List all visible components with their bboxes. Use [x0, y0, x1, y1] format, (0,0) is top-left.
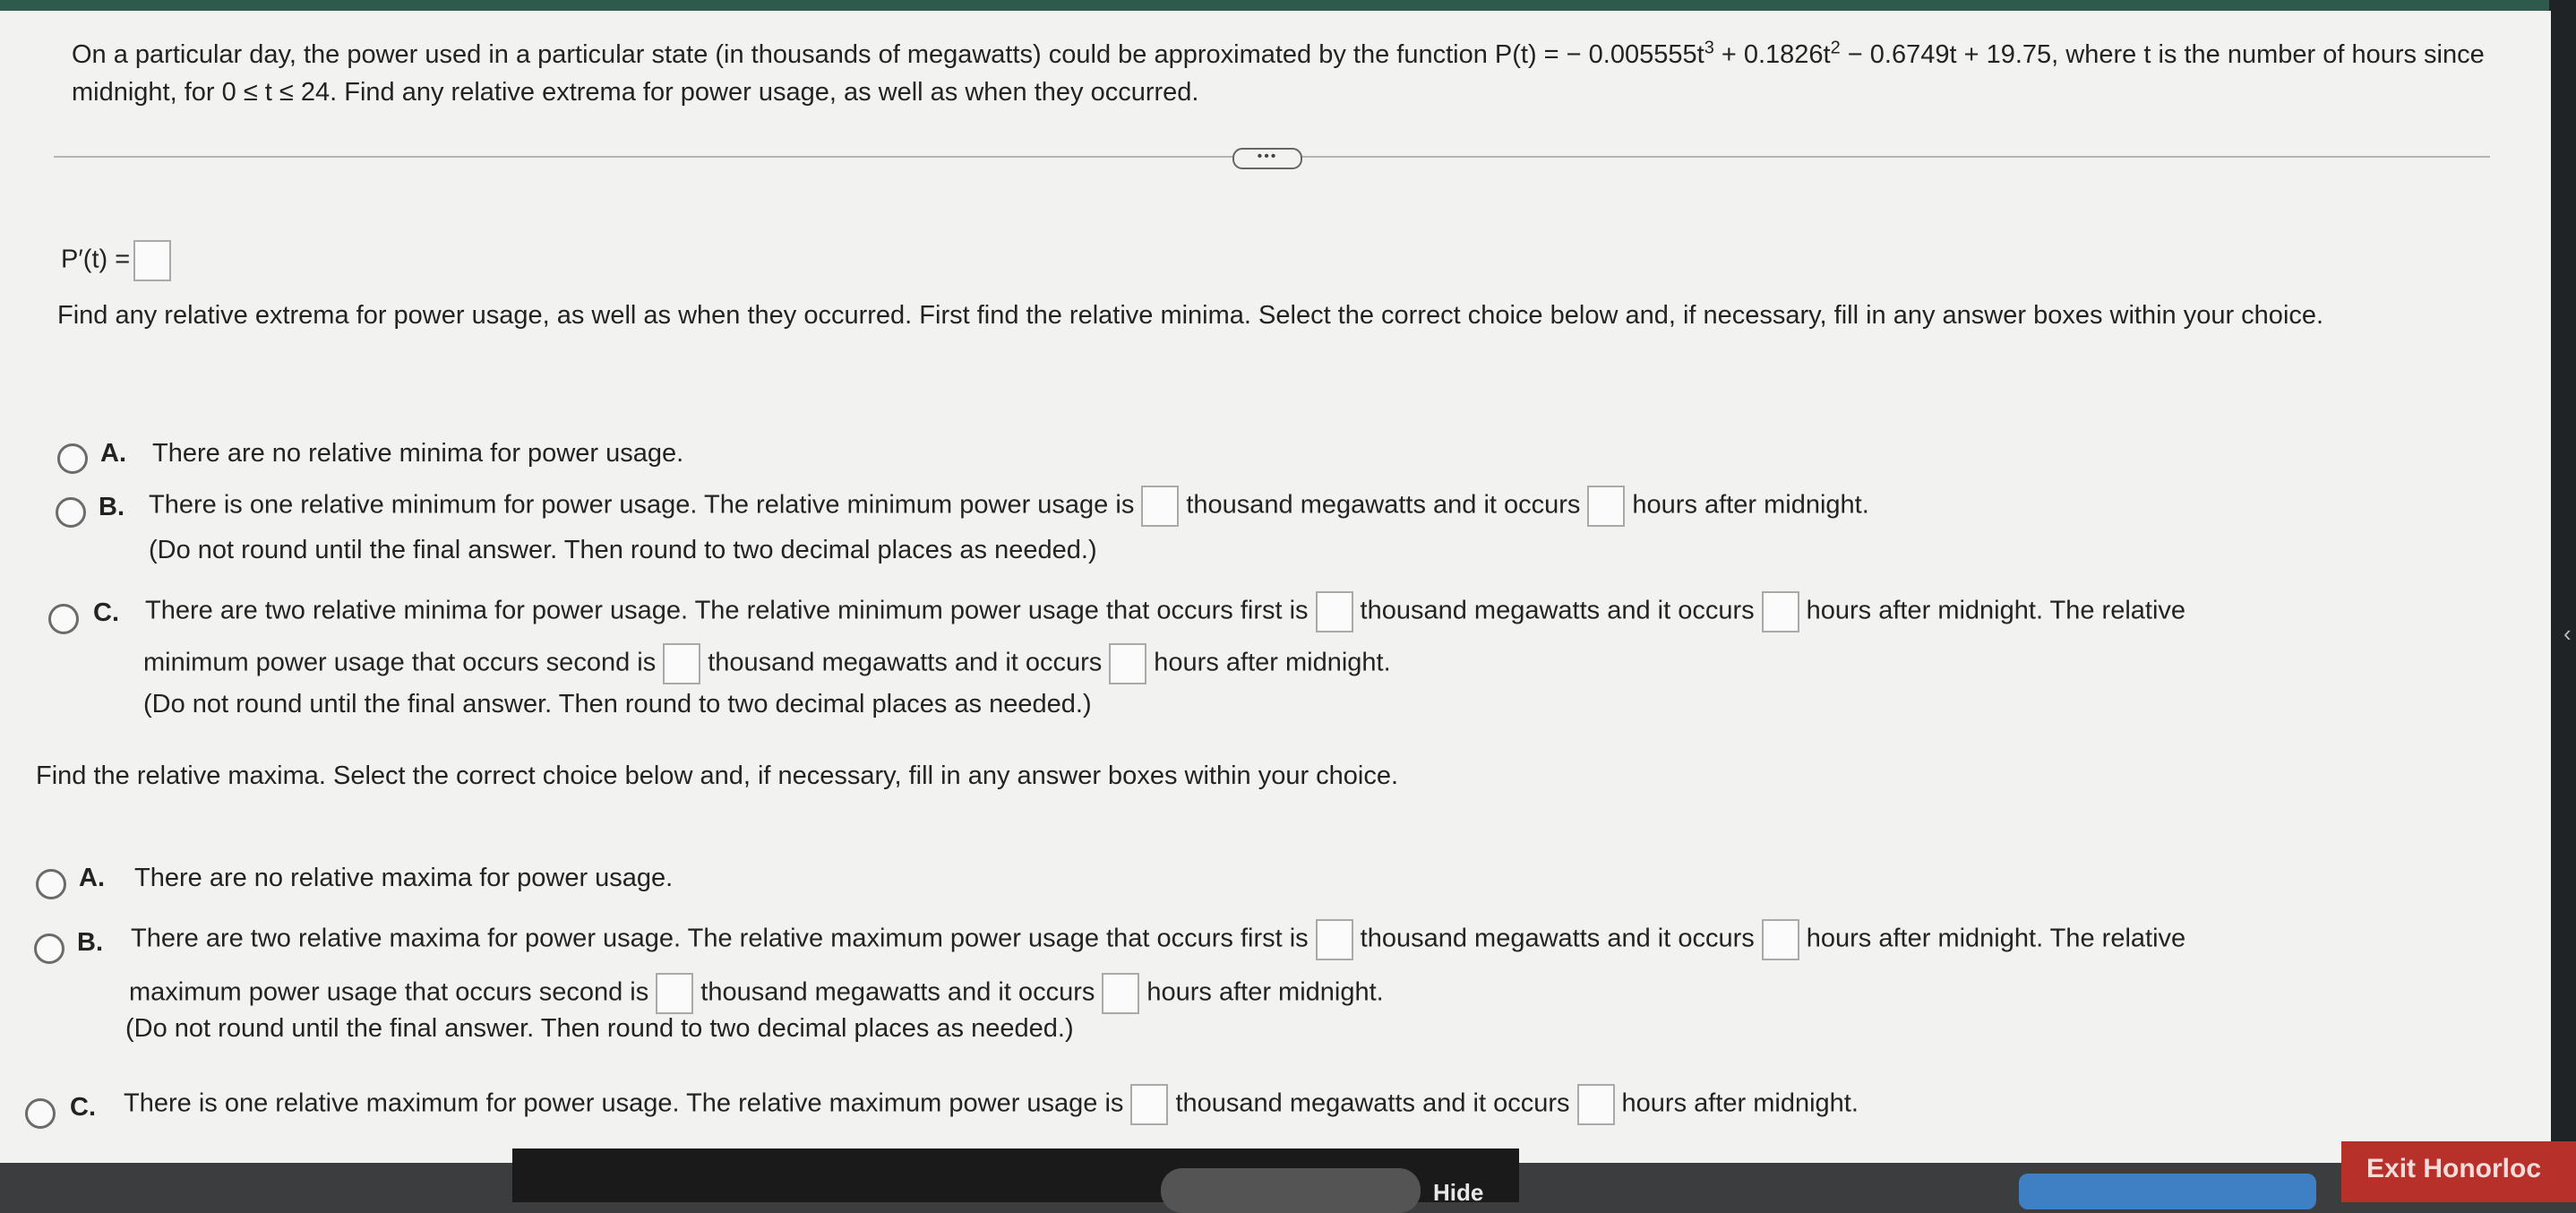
min-option-c-radio[interactable]	[48, 604, 79, 634]
min-option-b-radio[interactable]	[56, 497, 86, 528]
min-c-first-power-box[interactable]	[1315, 591, 1353, 632]
max-c-text3: hours after midnight.	[1621, 1088, 1859, 1118]
right-edge	[2549, 0, 2576, 1202]
max-b-text1: There are two relative maxima for power …	[131, 924, 1309, 953]
question-sheet: On a particular day, the power used in a…	[0, 11, 2551, 1163]
min-c-text4: minimum power usage that occurs second i…	[143, 648, 657, 677]
min-option-b-line1: There is one relative minimum for power …	[149, 486, 1869, 527]
min-b-text3: hours after midnight.	[1632, 490, 1869, 520]
max-option-c-radio[interactable]	[25, 1098, 56, 1129]
minima-instruction: Find any relative extrema for power usag…	[57, 301, 2324, 330]
min-b-text1: There is one relative minimum for power …	[149, 490, 1135, 520]
derivative-label: P′(t) =	[61, 245, 131, 274]
max-option-a-radio[interactable]	[36, 869, 66, 899]
max-b-text6: hours after midnight.	[1146, 977, 1384, 1007]
max-option-b-letter: B.	[77, 928, 103, 957]
top-border	[0, 0, 2576, 11]
max-b-second-power-box[interactable]	[656, 973, 694, 1014]
min-b-hours-box[interactable]	[1587, 486, 1626, 527]
chevron-left-icon[interactable]: ‹	[2563, 620, 2576, 656]
min-c-second-power-box[interactable]	[663, 643, 701, 684]
min-option-a-letter: A.	[100, 439, 126, 468]
min-option-c-letter: C.	[93, 598, 119, 627]
question-intro: On a particular day, the power used in a…	[72, 40, 1704, 69]
max-option-a-letter: A.	[79, 864, 105, 892]
max-b-first-hours-box[interactable]	[1761, 919, 1799, 960]
min-c-text6: hours after midnight.	[1154, 648, 1391, 677]
max-c-hours-box[interactable]	[1576, 1084, 1615, 1125]
max-c-text2: thousand megawatts and it occurs	[1175, 1088, 1570, 1118]
max-option-c-line1: There is one relative maximum for power …	[124, 1084, 1859, 1125]
max-b-first-power-box[interactable]	[1315, 919, 1353, 960]
maxima-instruction: Find the relative maxima. Select the cor…	[36, 761, 1399, 790]
min-c-note: (Do not round until the final answer. Th…	[143, 690, 1092, 718]
hide-button[interactable]: Hide	[1433, 1179, 1483, 1207]
min-option-b-letter: B.	[99, 493, 125, 521]
min-c-text2: thousand megawatts and it occurs	[1360, 596, 1755, 625]
min-b-note: (Do not round until the final answer. Th…	[149, 536, 1097, 564]
max-option-b-line2: maximum power usage that occurs second i…	[129, 973, 1384, 1014]
max-option-b-line1: There are two relative maxima for power …	[131, 919, 2185, 960]
exit-honorlock-button[interactable]: Exit Honorloc	[2341, 1141, 2576, 1202]
more-button[interactable]: •••	[1232, 148, 1302, 169]
max-b-text5: thousand megawatts and it occurs	[700, 977, 1095, 1007]
min-c-text1: There are two relative minima for power …	[145, 596, 1309, 625]
min-b-power-box[interactable]	[1141, 486, 1180, 527]
max-c-power-box[interactable]	[1130, 1084, 1169, 1125]
exponent-three: 3	[1704, 38, 1714, 58]
max-option-b-radio[interactable]	[34, 933, 64, 964]
min-c-text3: hours after midnight. The relative	[1806, 596, 2186, 625]
question-term-2: + 0.1826t	[1713, 40, 1831, 69]
min-c-second-hours-box[interactable]	[1109, 643, 1147, 684]
min-option-a-text: There are no relative minima for power u…	[152, 439, 684, 468]
blue-toolbar-button[interactable]	[2019, 1174, 2316, 1209]
exponent-two: 2	[1830, 38, 1841, 58]
min-option-c-line1: There are two relative minima for power …	[145, 591, 2185, 632]
min-option-c-line2: minimum power usage that occurs second i…	[143, 643, 1391, 684]
min-c-text5: thousand megawatts and it occurs	[708, 648, 1103, 677]
max-option-a-text: There are no relative maxima for power u…	[134, 864, 674, 892]
bottom-pill-button[interactable]	[1161, 1168, 1421, 1213]
question-text: On a particular day, the power used in a…	[72, 36, 2490, 111]
derivative-answer-box[interactable]	[133, 240, 172, 281]
min-option-a-radio[interactable]	[57, 443, 88, 474]
max-option-c-letter: C.	[70, 1093, 96, 1122]
max-b-note: (Do not round until the final answer. Th…	[125, 1014, 1074, 1043]
min-c-first-hours-box[interactable]	[1761, 591, 1799, 632]
max-b-text2: thousand megawatts and it occurs	[1360, 924, 1755, 953]
max-b-text3: hours after midnight. The relative	[1806, 924, 2186, 953]
max-c-text1: There is one relative maximum for power …	[124, 1088, 1124, 1118]
max-b-text4: maximum power usage that occurs second i…	[129, 977, 649, 1007]
derivative-row: P′(t) =	[61, 240, 178, 281]
min-b-text2: thousand megawatts and it occurs	[1186, 490, 1581, 520]
max-b-second-hours-box[interactable]	[1102, 973, 1140, 1014]
